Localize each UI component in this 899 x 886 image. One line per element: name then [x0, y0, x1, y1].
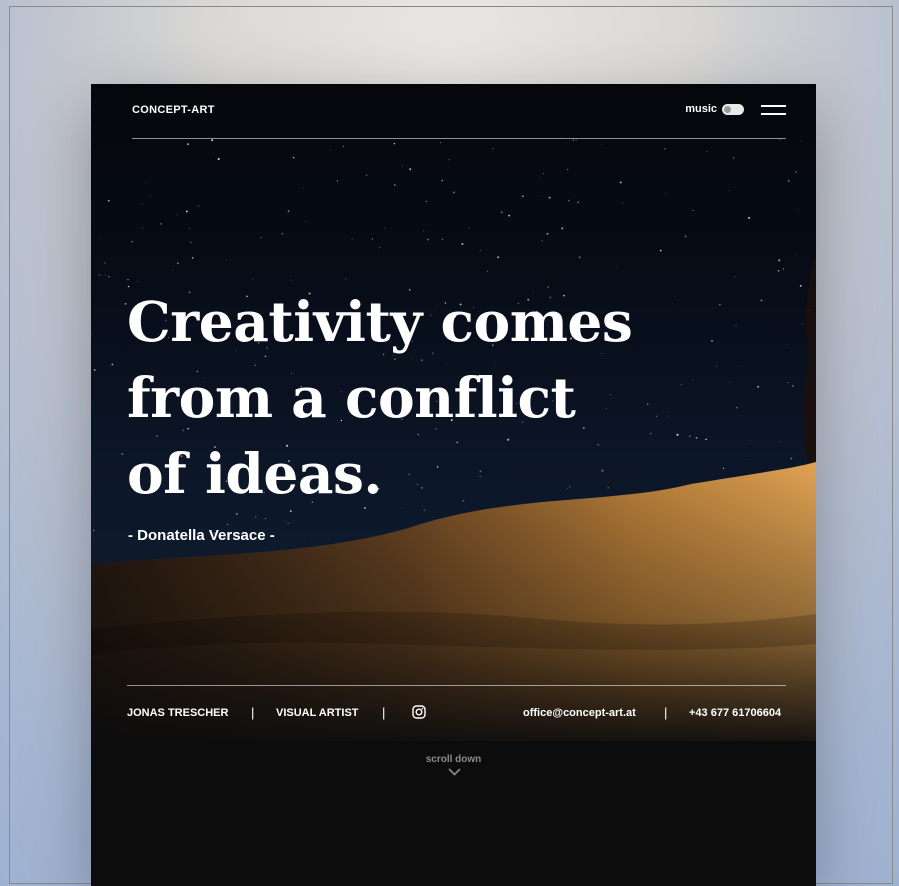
artist-role: VISUAL ARTIST: [276, 707, 359, 719]
menu-line: [761, 113, 786, 115]
quote-line: of ideas.: [127, 441, 383, 506]
quote-line: Creativity comes: [127, 289, 633, 354]
menu-line: [761, 105, 786, 107]
phone-link[interactable]: +43 677 61706604: [689, 707, 781, 719]
artist-name: JONAS TRESCHER: [127, 707, 229, 719]
quote-author: - Donatella Versace -: [128, 527, 275, 544]
instagram-icon[interactable]: [412, 705, 426, 719]
music-switch[interactable]: [722, 103, 744, 115]
separator: |: [664, 705, 668, 720]
chevron-down-icon[interactable]: [448, 768, 461, 776]
website: CONCEPT-ART music Creativity comes from …: [91, 84, 816, 886]
email-link[interactable]: office@concept-art.at: [523, 707, 636, 719]
music-label: music: [685, 103, 717, 115]
separator: |: [251, 705, 255, 720]
hero-section: CONCEPT-ART music Creativity comes from …: [91, 84, 816, 741]
site-logo[interactable]: CONCEPT-ART: [132, 104, 215, 116]
quote-line: from a conflict: [127, 365, 576, 430]
hamburger-menu-icon[interactable]: [761, 105, 786, 115]
info-bar: JONAS TRESCHER | VISUAL ARTIST | office@…: [127, 685, 786, 741]
scroll-down-label[interactable]: scroll down: [91, 754, 816, 765]
music-toggle[interactable]: music: [685, 103, 744, 115]
site-header: CONCEPT-ART music: [132, 84, 786, 139]
switch-knob: [724, 105, 731, 113]
separator: |: [382, 705, 386, 720]
hero-quote: Creativity comes from a conflict of idea…: [127, 284, 647, 512]
